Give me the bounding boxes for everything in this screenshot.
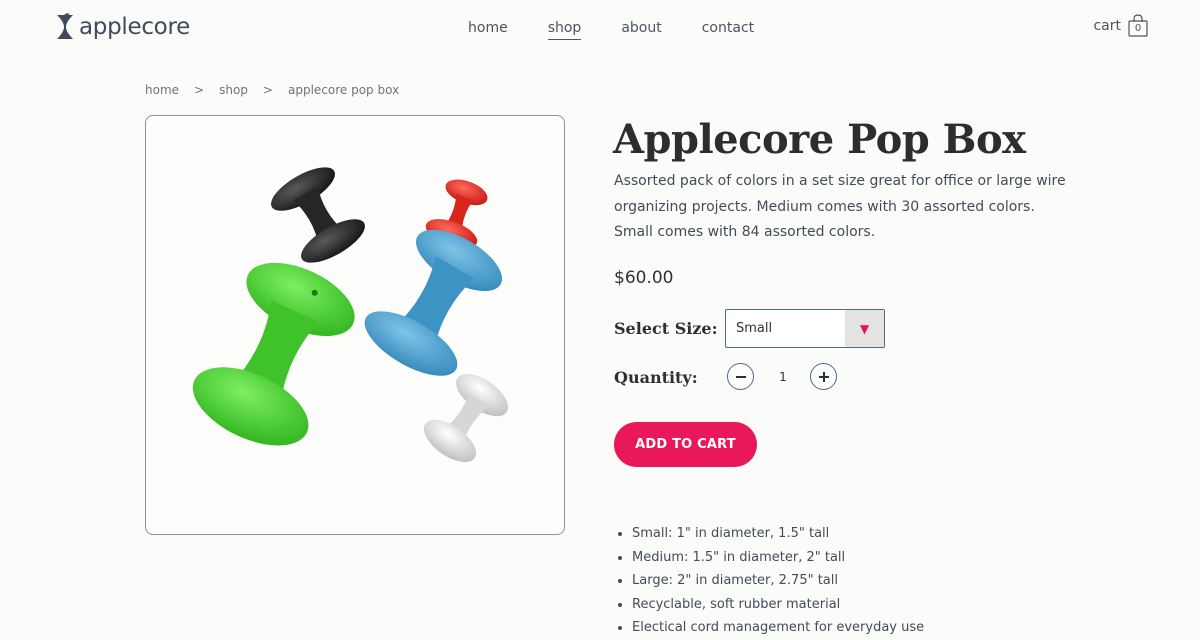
size-label: Select Size:	[614, 319, 718, 338]
product-price: $60.00	[614, 268, 674, 288]
breadcrumb-separator: >	[194, 83, 205, 97]
size-select[interactable]: Small ▼	[725, 309, 885, 348]
shopping-bag-icon: 0	[1128, 14, 1148, 38]
feature-item: Recyclable, soft rubber material	[632, 593, 924, 617]
feature-item: Small: 1" in diameter, 1.5" tall	[632, 522, 924, 546]
quantity-label: Quantity:	[614, 368, 698, 387]
brand-name: applecore	[79, 14, 190, 40]
logo[interactable]: applecore	[55, 13, 190, 41]
breadcrumb-separator: >	[262, 83, 273, 97]
size-selected-value: Small	[736, 321, 773, 336]
quantity-value[interactable]: 1	[773, 370, 793, 384]
white-cord-holder	[423, 373, 509, 463]
blue-cord-holder	[364, 229, 502, 376]
black-cord-holder	[271, 167, 365, 263]
product-title: Applecore Pop Box	[613, 116, 1026, 163]
product-description: Assorted pack of colors in a set size gr…	[614, 173, 1066, 240]
green-cord-holder	[192, 262, 355, 446]
product-image[interactable]	[145, 115, 565, 535]
cart-link[interactable]: cart 0	[1093, 14, 1148, 38]
dropdown-arrow-icon[interactable]: ▼	[845, 310, 884, 347]
breadcrumb-current: applecore pop box	[287, 83, 400, 97]
cart-count: 0	[1134, 23, 1142, 34]
nav-contact[interactable]: contact	[702, 20, 754, 40]
feature-list: Small: 1" in diameter, 1.5" tall Medium:…	[614, 522, 924, 640]
nav-home[interactable]: home	[468, 20, 508, 40]
nav-about[interactable]: about	[621, 20, 661, 40]
quantity-decrease-button[interactable]	[727, 363, 754, 390]
feature-item: Electical cord management for everyday u…	[632, 616, 924, 640]
breadcrumb-home[interactable]: home	[145, 83, 179, 97]
nav-shop[interactable]: shop	[547, 20, 582, 40]
breadcrumb-shop[interactable]: shop	[219, 83, 248, 97]
plus-icon	[818, 371, 829, 382]
cart-label: cart	[1093, 18, 1121, 34]
add-to-cart-button[interactable]: ADD TO CART	[614, 422, 757, 467]
feature-item: Medium: 1.5" in diameter, 2" tall	[632, 546, 924, 570]
minus-icon	[735, 375, 746, 378]
breadcrumb: home > shop > applecore pop box	[145, 83, 399, 97]
pop-box-illustration	[192, 167, 509, 463]
quantity-increase-button[interactable]	[810, 363, 837, 390]
applecore-logo-icon	[57, 13, 73, 39]
feature-item: Large: 2" in diameter, 2.75" tall	[632, 569, 924, 593]
main-nav: home shop about contact	[468, 20, 754, 40]
